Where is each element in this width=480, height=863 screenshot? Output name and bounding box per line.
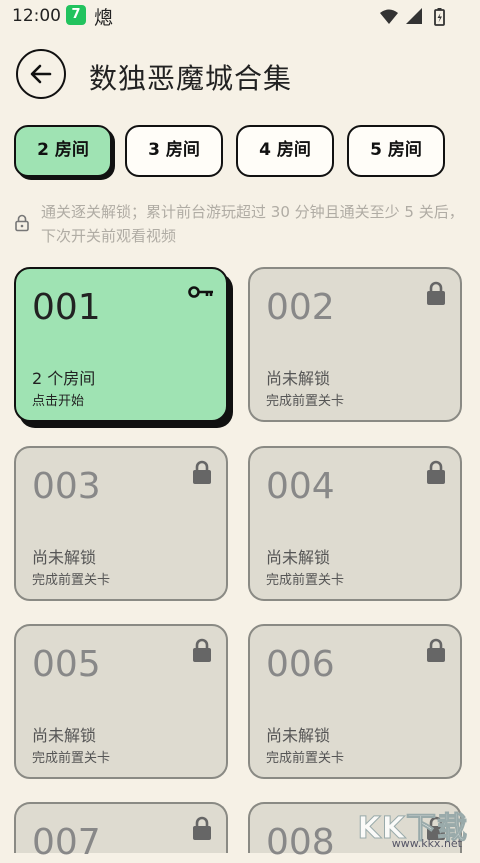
level-number: 005 bbox=[32, 644, 101, 685]
signal-icon bbox=[406, 8, 422, 24]
tab-5-rooms[interactable]: 5 房间 bbox=[347, 125, 445, 177]
tab-3-rooms[interactable]: 3 房间 bbox=[125, 125, 223, 177]
level-card-004[interactable]: 004 尚未解锁 完成前置关卡 bbox=[248, 446, 462, 601]
battery-icon bbox=[434, 8, 445, 26]
level-status: 尚未解锁 bbox=[32, 726, 97, 745]
lock-icon bbox=[427, 638, 445, 662]
level-subtitle: 完成前置关卡 bbox=[32, 751, 111, 766]
level-card-002[interactable]: 002 尚未解锁 完成前置关卡 bbox=[248, 267, 462, 422]
lock-icon bbox=[15, 214, 29, 232]
lock-icon bbox=[193, 638, 211, 662]
level-card-005[interactable]: 005 尚未解锁 完成前置关卡 bbox=[14, 624, 228, 779]
level-number: 001 bbox=[32, 287, 101, 328]
page-title: 数独恶魔城合集 bbox=[89, 62, 293, 95]
status-time: 12:00 bbox=[12, 6, 61, 26]
unlock-notice: 通关逐关解锁；累计前台游玩超过 30 分钟且通关至少 5 关后，下次开关前观看视… bbox=[14, 200, 466, 250]
level-number: 002 bbox=[266, 287, 335, 328]
level-card-003[interactable]: 003 尚未解锁 完成前置关卡 bbox=[14, 446, 228, 601]
status-notification-char: 熜 bbox=[94, 7, 114, 29]
watermark: KK下载 www.kkx.net bbox=[352, 803, 472, 851]
watermark-url: www.kkx.net bbox=[391, 837, 462, 850]
wifi-icon bbox=[380, 9, 398, 24]
tab-4-rooms[interactable]: 4 房间 bbox=[236, 125, 334, 177]
lock-icon bbox=[427, 281, 445, 305]
level-status: 尚未解锁 bbox=[266, 369, 331, 388]
level-subtitle: 点击开始 bbox=[32, 394, 85, 409]
level-number: 007 bbox=[32, 822, 101, 863]
level-number: 006 bbox=[266, 644, 335, 685]
room-tabs: 2 房间 3 房间 4 房间 5 房间 bbox=[14, 125, 454, 179]
level-number: 004 bbox=[266, 466, 335, 507]
level-subtitle: 完成前置关卡 bbox=[266, 751, 345, 766]
lock-icon bbox=[193, 460, 211, 484]
level-number: 003 bbox=[32, 466, 101, 507]
level-card-006[interactable]: 006 尚未解锁 完成前置关卡 bbox=[248, 624, 462, 779]
back-button[interactable] bbox=[16, 49, 66, 99]
level-card-007[interactable]: 007 bbox=[14, 802, 228, 863]
lock-icon bbox=[193, 816, 211, 840]
level-status: 尚未解锁 bbox=[266, 548, 331, 567]
level-card-001[interactable]: 001 2 个房间 点击开始 bbox=[14, 267, 228, 422]
level-number: 008 bbox=[266, 822, 335, 863]
key-icon bbox=[188, 286, 213, 298]
status-icons bbox=[378, 7, 458, 27]
app-notification-icon: 7 bbox=[66, 5, 86, 25]
level-subtitle: 完成前置关卡 bbox=[266, 394, 345, 409]
arrow-left-icon bbox=[30, 64, 52, 84]
status-bar: 12:00 7 熜 bbox=[0, 0, 480, 32]
level-status: 尚未解锁 bbox=[266, 726, 331, 745]
lock-icon bbox=[427, 460, 445, 484]
notice-text: 通关逐关解锁；累计前台游玩超过 30 分钟且通关至少 5 关后，下次开关前观看视… bbox=[41, 203, 464, 245]
level-subtitle: 完成前置关卡 bbox=[266, 573, 345, 588]
tab-2-rooms[interactable]: 2 房间 bbox=[14, 125, 112, 177]
level-subtitle: 完成前置关卡 bbox=[32, 573, 111, 588]
level-status: 尚未解锁 bbox=[32, 548, 97, 567]
level-status: 2 个房间 bbox=[32, 369, 96, 388]
